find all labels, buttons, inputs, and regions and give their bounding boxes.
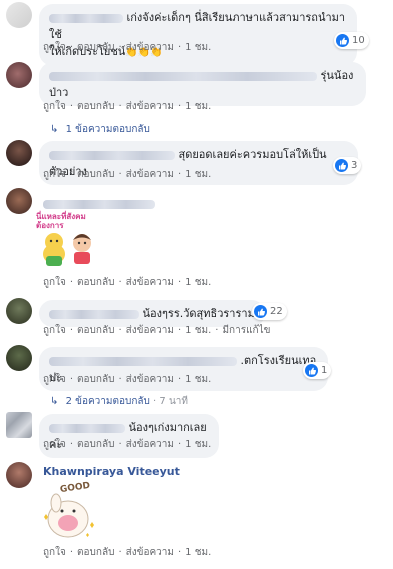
reply-link[interactable]: ตอบกลับ bbox=[77, 167, 114, 182]
like-thumb-icon bbox=[305, 364, 318, 377]
blurred-author-name bbox=[49, 13, 123, 23]
reaction-count[interactable]: 22 bbox=[252, 303, 287, 320]
reply-link[interactable]: ตอบกลับ bbox=[77, 323, 114, 338]
sticker-caption: นี่แหละที่สังคมต้องการ bbox=[36, 212, 86, 230]
blurred-author-name bbox=[43, 197, 155, 210]
reply-arrow-icon: ↳ bbox=[50, 396, 59, 407]
like-link[interactable]: ถูกใจ bbox=[43, 99, 66, 114]
avatar[interactable] bbox=[6, 188, 32, 214]
reply-link[interactable]: ตอบกลับ bbox=[77, 40, 114, 55]
blurred-author-name bbox=[49, 71, 317, 81]
comment-actions: ถูกใจ · ตอบกลับ · ส่งข้อความ · 1 ชม. bbox=[43, 40, 212, 55]
like-count: 3 bbox=[351, 160, 358, 171]
like-count: 22 bbox=[270, 306, 283, 317]
comment-actions: ถูกใจ · ตอบกลับ · ส่งข้อความ · 1 ชม. bbox=[43, 545, 212, 560]
avatar[interactable] bbox=[6, 298, 32, 324]
replies-timestamp: 7 นาที bbox=[159, 396, 189, 407]
blurred-author-name bbox=[49, 150, 175, 160]
send-link[interactable]: ส่งข้อความ bbox=[126, 167, 174, 182]
timestamp[interactable]: 1 ชม. bbox=[185, 437, 211, 452]
author-name[interactable]: Khawnpiraya Viteeyut bbox=[43, 465, 180, 478]
timestamp[interactable]: 1 ชม. bbox=[185, 40, 211, 55]
comment-actions: ถูกใจ · ตอบกลับ · ส่งข้อความ · 1 ชม. bbox=[43, 372, 212, 387]
timestamp[interactable]: 1 ชม. bbox=[185, 275, 211, 290]
send-link[interactable]: ส่งข้อความ bbox=[126, 323, 174, 338]
reaction-count[interactable]: 3 bbox=[333, 157, 362, 174]
like-count: 10 bbox=[352, 35, 365, 46]
avatar[interactable] bbox=[6, 62, 32, 88]
view-replies-link[interactable]: ↳ 2 ข้อความตอบกลับ · 7 นาที bbox=[50, 394, 188, 409]
send-link[interactable]: ส่งข้อความ bbox=[126, 545, 174, 560]
reaction-count[interactable]: 1 bbox=[303, 362, 332, 379]
reply-link[interactable]: ตอบกลับ bbox=[77, 372, 114, 387]
timestamp[interactable]: 1 ชม. bbox=[185, 545, 211, 560]
reply-link[interactable]: ตอบกลับ bbox=[77, 275, 114, 290]
comment-actions: ถูกใจ · ตอบกลับ · ส่งข้อความ · 1 ชม. · มีการแก้ไ… bbox=[43, 323, 271, 338]
comment-actions: ถูกใจ · ตอบกลับ · ส่งข้อความ · 1 ชม. bbox=[43, 167, 212, 182]
like-link[interactable]: ถูกใจ bbox=[43, 167, 66, 182]
replies-count: 2 ข้อความตอบกลับ bbox=[65, 396, 150, 407]
send-link[interactable]: ส่งข้อความ bbox=[126, 275, 174, 290]
avatar[interactable] bbox=[6, 462, 32, 488]
like-link[interactable]: ถูกใจ bbox=[43, 545, 66, 560]
avatar[interactable] bbox=[6, 2, 32, 28]
like-link[interactable]: ถูกใจ bbox=[43, 40, 66, 55]
reply-arrow-icon: ↳ bbox=[50, 124, 59, 135]
like-thumb-icon bbox=[254, 305, 267, 318]
comment-actions: ถูกใจ · ตอบกลับ · ส่งข้อความ · 1 ชม. bbox=[43, 437, 212, 452]
blurred-author-name bbox=[49, 356, 237, 366]
blurred-author-name bbox=[49, 309, 139, 319]
send-link[interactable]: ส่งข้อความ bbox=[126, 40, 174, 55]
timestamp[interactable]: 1 ชม. bbox=[185, 99, 211, 114]
avatar[interactable] bbox=[6, 140, 32, 166]
timestamp[interactable]: 1 ชม. bbox=[185, 323, 211, 338]
comment-bubble: เก่งจังค่ะเด็กๆ นี่สิเรียนภาษาแล้วสามารถ… bbox=[39, 4, 357, 66]
comment-text: ป่าว bbox=[49, 86, 69, 99]
like-link[interactable]: ถูกใจ bbox=[43, 275, 66, 290]
reply-link[interactable]: ตอบกลับ bbox=[77, 545, 114, 560]
avatar[interactable] bbox=[6, 412, 32, 438]
send-link[interactable]: ส่งข้อความ bbox=[126, 437, 174, 452]
like-link[interactable]: ถูกใจ bbox=[43, 323, 66, 338]
like-link[interactable]: ถูกใจ bbox=[43, 437, 66, 452]
view-replies-link[interactable]: ↳ 1 ข้อความตอบกลับ bbox=[50, 122, 150, 137]
reaction-count[interactable]: 10 bbox=[334, 32, 369, 49]
replies-count: 1 ข้อความตอบกลับ bbox=[65, 124, 150, 135]
like-thumb-icon bbox=[335, 159, 348, 172]
like-thumb-icon bbox=[336, 34, 349, 47]
comment-actions: ถูกใจ · ตอบกลับ · ส่งข้อความ · 1 ชม. bbox=[43, 99, 212, 114]
sticker-image[interactable]: นี่แหละที่สังคมต้องการ bbox=[36, 212, 106, 274]
comment-text: น้องๆรร.วัดสุทธิวราราม bbox=[142, 307, 255, 320]
comment-text: รุ่นน้อง bbox=[320, 69, 354, 82]
send-link[interactable]: ส่งข้อความ bbox=[126, 99, 174, 114]
comment-actions: ถูกใจ · ตอบกลับ · ส่งข้อความ · 1 ชม. bbox=[43, 275, 212, 290]
like-link[interactable]: ถูกใจ bbox=[43, 372, 66, 387]
like-count: 1 bbox=[321, 365, 328, 376]
send-link[interactable]: ส่งข้อความ bbox=[126, 372, 174, 387]
reply-link[interactable]: ตอบกลับ bbox=[77, 99, 114, 114]
blurred-author-name bbox=[49, 423, 125, 433]
edited-label[interactable]: มีการแก้ไข bbox=[222, 323, 270, 338]
timestamp[interactable]: 1 ชม. bbox=[185, 167, 211, 182]
avatar[interactable] bbox=[6, 345, 32, 371]
timestamp[interactable]: 1 ชม. bbox=[185, 372, 211, 387]
sticker-image[interactable]: GOOD bbox=[38, 481, 100, 541]
reply-link[interactable]: ตอบกลับ bbox=[77, 437, 114, 452]
